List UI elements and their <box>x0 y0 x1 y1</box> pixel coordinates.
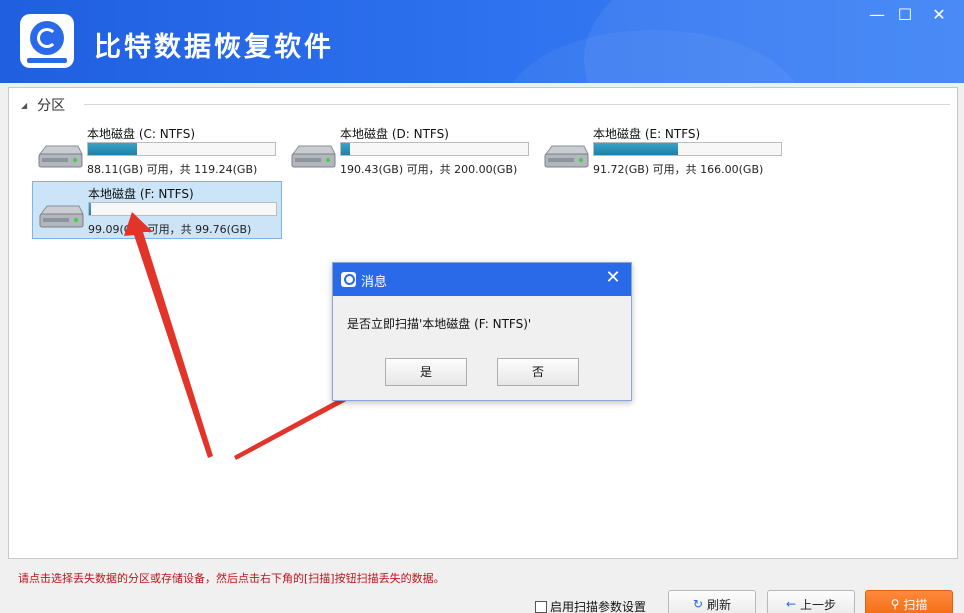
message-dialog: 消息 ✕ 是否立即扫描'本地磁盘 (F: NTFS)' 是 否 <box>332 262 632 401</box>
hard-drive-icon <box>291 145 336 168</box>
usage-bar-fill <box>594 143 679 155</box>
drive-name: 本地磁盘 (E: NTFS) <box>593 127 701 141</box>
usage-bar <box>87 142 276 156</box>
section-divider <box>84 104 950 105</box>
dialog-titlebar: 消息 ✕ <box>333 263 631 296</box>
hard-drive-icon <box>544 145 589 168</box>
usage-bar-fill <box>88 143 137 155</box>
hard-drive-icon <box>39 205 84 228</box>
dialog-close-icon[interactable]: ✕ <box>603 267 623 288</box>
refresh-label: 刷新 <box>707 597 732 612</box>
drive-name: 本地磁盘 (F: NTFS) <box>88 187 194 201</box>
drive-item-e[interactable]: 本地磁盘 (E: NTFS) 91.72(GB) 可用，共 166.00(GB) <box>538 122 788 180</box>
drive-capacity: 88.11(GB) 可用，共 119.24(GB) <box>87 163 258 176</box>
hard-drive-icon <box>38 145 83 168</box>
close-button[interactable]: ✕ <box>924 4 954 26</box>
usage-bar <box>88 202 277 216</box>
back-button[interactable]: ← 上一步 <box>767 590 855 613</box>
scan-label: 扫描 <box>903 597 928 612</box>
maximize-button[interactable]: ☐ <box>890 4 920 26</box>
usage-bar <box>593 142 782 156</box>
section-header[interactable]: ◢ 分区 <box>21 95 65 115</box>
collapse-triangle-icon[interactable]: ◢ <box>21 101 27 110</box>
search-icon: ⚲ <box>890 597 900 611</box>
refresh-button[interactable]: ↻ 刷新 <box>668 590 756 613</box>
hint-text: 请点击选择丢失数据的分区或存储设备，然后点击右下角的[扫描]按钮扫描丢失的数据。 <box>18 572 445 585</box>
no-button[interactable]: 否 <box>497 358 579 386</box>
dialog-message: 是否立即扫描'本地磁盘 (F: NTFS)' <box>347 317 532 331</box>
drive-item-c[interactable]: 本地磁盘 (C: NTFS) 88.11(GB) 可用，共 119.24(GB) <box>32 122 282 180</box>
title-bar: 比特数据恢复软件 — ☐ ✕ <box>0 0 964 83</box>
scan-settings-checkbox[interactable] <box>535 600 547 613</box>
drive-item-d[interactable]: 本地磁盘 (D: NTFS) 190.43(GB) 可用，共 200.00(GB… <box>285 122 535 180</box>
app-title: 比特数据恢复软件 <box>94 32 334 63</box>
scan-settings-label: 启用扫描参数设置 <box>550 600 647 613</box>
drive-name: 本地磁盘 (C: NTFS) <box>87 127 196 141</box>
arrow-left-icon: ← <box>785 597 797 611</box>
scan-settings-toggle[interactable]: 启用扫描参数设置 <box>535 598 646 613</box>
usage-bar-fill <box>89 203 91 215</box>
yes-button[interactable]: 是 <box>385 358 467 386</box>
usage-bar-fill <box>341 143 351 155</box>
refresh-icon: ↻ <box>692 597 704 611</box>
drive-capacity: 91.72(GB) 可用，共 166.00(GB) <box>593 163 764 176</box>
minimize-button[interactable]: — <box>862 4 892 26</box>
back-label: 上一步 <box>800 597 837 612</box>
drive-capacity: 190.43(GB) 可用，共 200.00(GB) <box>340 163 518 176</box>
app-logo-icon <box>20 14 74 68</box>
dialog-title: 消息 <box>361 275 388 290</box>
drive-item-f[interactable]: 本地磁盘 (F: NTFS) 99.09(GB) 可用，共 99.76(GB) <box>32 181 282 239</box>
section-label: 分区 <box>37 98 66 114</box>
usage-bar <box>340 142 529 156</box>
dialog-app-icon <box>341 272 356 287</box>
drive-capacity: 99.09(GB) 可用，共 99.76(GB) <box>88 223 252 236</box>
scan-button[interactable]: ⚲ 扫描 <box>865 590 953 613</box>
drive-name: 本地磁盘 (D: NTFS) <box>340 127 449 141</box>
